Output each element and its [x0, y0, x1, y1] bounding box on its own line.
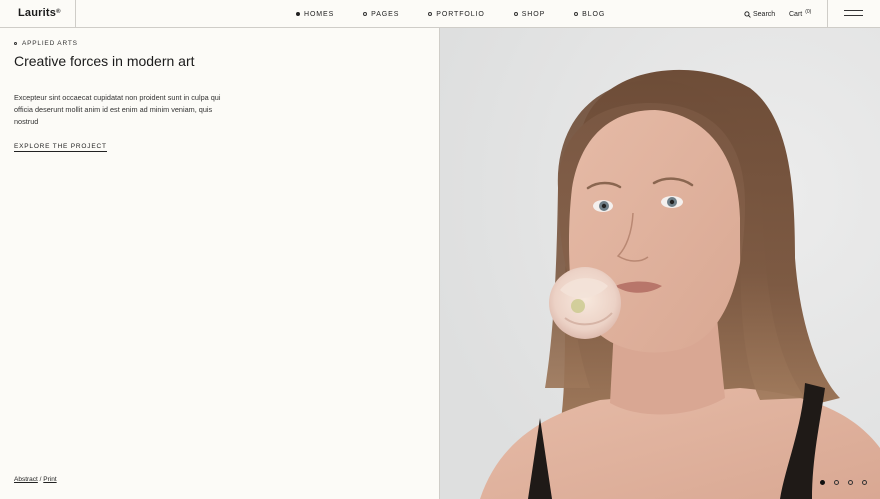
search-button[interactable]: Search	[744, 0, 775, 28]
nav-label: BLOG	[582, 10, 606, 18]
slider-pagination	[820, 480, 876, 485]
eyebrow-label: APPLIED ARTS	[22, 40, 78, 47]
nav-bullet-icon	[296, 12, 300, 16]
category-eyebrow: APPLIED ARTS	[14, 40, 78, 47]
project-tags: Abstract / Print	[14, 476, 57, 483]
nav-bullet-icon	[428, 12, 433, 16]
site-header: Laurits® HOMES PAGES PORTFOLIO SHOP BLOG…	[0, 0, 880, 28]
nav-bullet-icon	[363, 12, 368, 16]
slide-dot-1[interactable]	[820, 480, 825, 485]
hamburger-menu-icon	[844, 10, 863, 11]
nav-item-portfolio[interactable]: PORTFOLIO	[428, 11, 484, 18]
hero-photo	[440, 28, 880, 499]
nav-item-homes[interactable]: HOMES	[296, 11, 334, 18]
nav-bullet-icon	[513, 12, 518, 16]
nav-bullet-icon	[574, 12, 579, 16]
hero-description: Excepteur sint occaecat cupidatat non pr…	[14, 93, 221, 126]
nav-label: HOMES	[304, 10, 335, 18]
slide-dot-4[interactable]	[862, 480, 867, 485]
hero-text-panel: APPLIED ARTS Creative forces in modern a…	[0, 28, 440, 499]
hamburger-menu-button[interactable]	[827, 0, 880, 28]
nav-item-blog[interactable]: BLOG	[574, 11, 605, 18]
nav-label: SHOP	[521, 10, 546, 18]
search-icon	[744, 10, 751, 18]
search-label: Search	[753, 10, 776, 18]
nav-label: PAGES	[371, 10, 400, 18]
cart-button[interactable]: Cart (0)	[789, 0, 811, 28]
nav-item-shop[interactable]: SHOP	[513, 10, 546, 18]
tag-link-print[interactable]: Print	[43, 476, 56, 483]
explore-project-link[interactable]: EXPLORE THE PROJECT	[14, 143, 107, 152]
portrait-illustration	[440, 28, 880, 499]
brand-logo[interactable]: Laurits®	[0, 0, 76, 28]
hamburger-menu-icon-line	[844, 15, 863, 16]
eyebrow-bullet-icon	[14, 42, 17, 45]
main-nav: HOMES PAGES PORTFOLIO SHOP BLOG	[296, 0, 634, 28]
brand-registered-mark: ®	[56, 9, 61, 15]
brand-name: Laurits	[18, 7, 57, 19]
cart-count: (0)	[805, 9, 812, 15]
slide-dot-3[interactable]	[848, 480, 853, 485]
tag-link-abstract[interactable]: Abstract	[14, 476, 38, 483]
nav-item-pages[interactable]: PAGES	[363, 11, 399, 18]
nav-label: PORTFOLIO	[436, 10, 485, 18]
slide-dot-2[interactable]	[834, 480, 839, 485]
hero-title: Creative forces in modern art	[14, 53, 195, 69]
cart-label: Cart	[789, 10, 803, 18]
